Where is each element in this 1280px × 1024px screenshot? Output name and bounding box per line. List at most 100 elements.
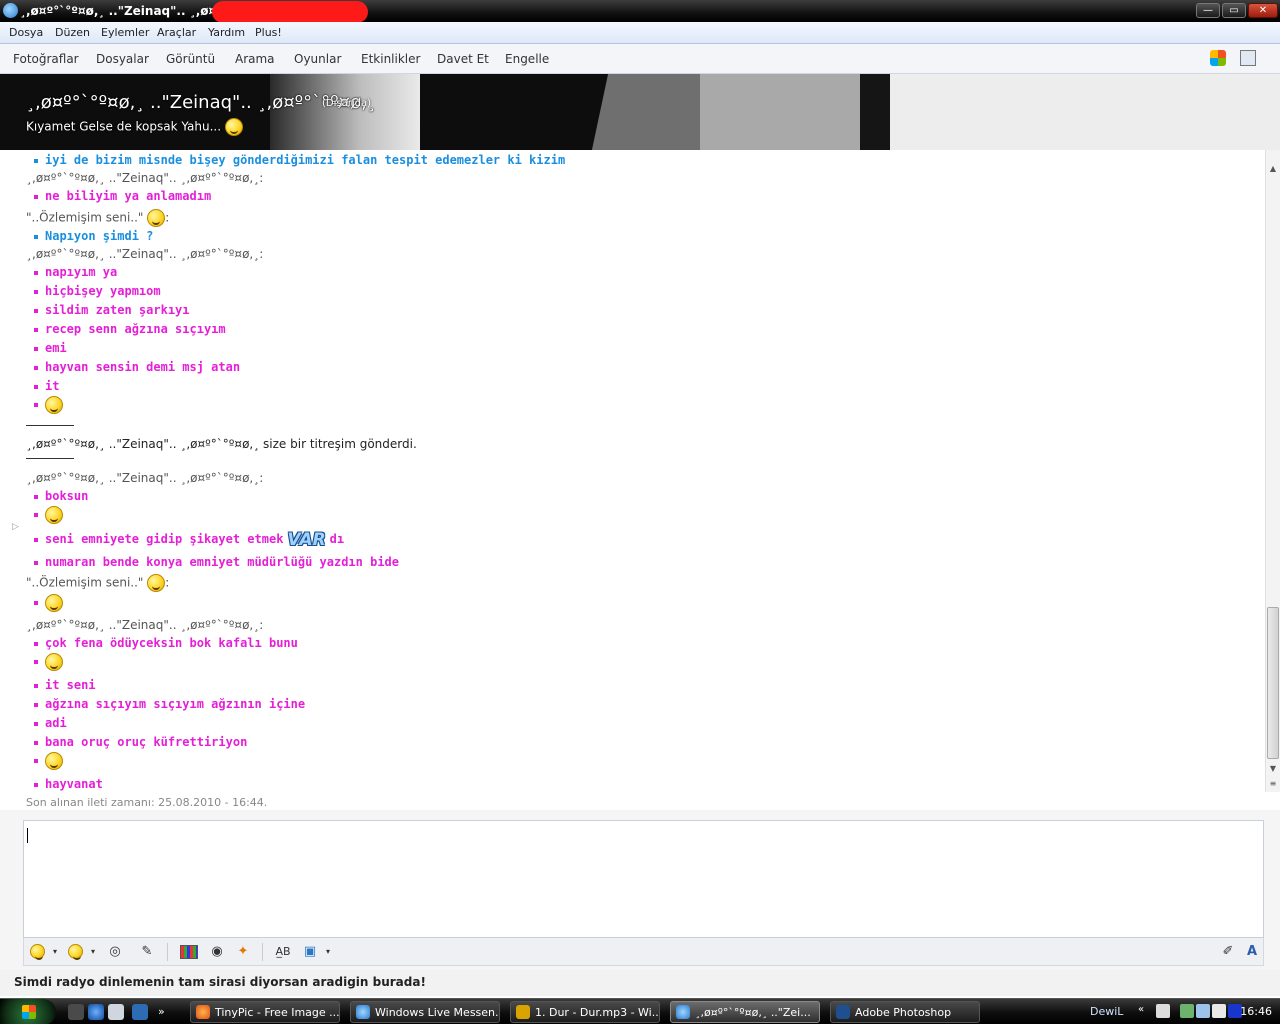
show-menu-icon[interactable] [1240, 50, 1256, 66]
message-line: numaran bende konya emniyet müdürlüğü ya… [34, 555, 399, 569]
sender-line: ¸,ø¤º°`°º¤ø,¸ .."Zeinaq".. ¸,ø¤º°`°º¤ø,¸… [26, 618, 264, 632]
emoticon-dropdown-icon[interactable]: ▾ [46, 943, 64, 961]
last-received-time: Son alınan ileti zamanı: 25.08.2010 - 16… [26, 796, 268, 809]
nudge-icon[interactable]: ◎ [106, 943, 124, 961]
clock[interactable]: 16:46 [1240, 1005, 1272, 1018]
message-line: ağzına sıçıyım sıçıyım ağzının içine [34, 697, 305, 711]
scroll-thumb[interactable] [1267, 607, 1279, 759]
scroll-down-icon[interactable]: ▼ [1266, 762, 1280, 776]
message-line: çok fena ödüyceksin bok kafalı bunu [34, 636, 298, 650]
compose-area: ▾ ▾ ◎ ✎ ◉ ✦ A̲B ▣ ▾ ✐ A [0, 810, 1280, 970]
tray-expand-icon[interactable]: « [1138, 1004, 1152, 1018]
scroll-up-icon[interactable]: ▲ [1266, 162, 1280, 176]
emoticon-icon[interactable] [28, 943, 46, 961]
text-mode-icon[interactable]: A [1243, 943, 1261, 961]
toolbar-search[interactable]: Arama [235, 52, 275, 66]
tray-label[interactable]: DewiL [1090, 1005, 1123, 1018]
smile-icon [147, 574, 166, 592]
app-icon[interactable] [3, 3, 18, 18]
title-bar: ¸,ø¤º°`°º¤ø,¸ .."Zeinaq".. ¸,ø¤º°`°º¤ø,¸… [0, 0, 1280, 23]
quicklaunch-icon[interactable] [132, 1004, 148, 1020]
task-tinypic[interactable]: TinyPic - Free Image ... [190, 1001, 340, 1023]
activities-icon[interactable]: ✦ [234, 943, 252, 961]
task-photoshop[interactable]: Adobe Photoshop [830, 1001, 980, 1023]
message-line: bana oruç oruç küfrettiriyon [34, 735, 247, 749]
menu-bar: Dosya Düzen Eylemler Araçlar Yardım Plus… [0, 22, 1280, 44]
volume-icon[interactable] [1212, 1004, 1226, 1018]
ad-text[interactable]: Simdi radyo dinlemenin tam sirasi diyors… [14, 975, 426, 989]
message-line [34, 506, 63, 524]
minimize-button[interactable]: — [1196, 3, 1220, 18]
contact-header: ¸,ø¤º°`°º¤ø,¸ .."Zeinaq".. ¸,ø¤º°`°º¤ø,¸… [0, 74, 1280, 150]
voice-clip-icon[interactable]: ✎ [138, 943, 156, 961]
color-dropdown-icon[interactable]: ▾ [319, 943, 337, 961]
menu-duzen[interactable]: Düzen [55, 26, 90, 39]
games-icon[interactable]: ◉ [208, 943, 226, 961]
start-button[interactable] [0, 999, 56, 1024]
message-line: hiçbişey yapmıom [34, 284, 161, 298]
task-chat-window[interactable]: ¸,ø¤º°`°º¤ø,¸ .."Zei... [670, 1001, 820, 1023]
message-line: seni emniyete gidip şikayet etmek VAR dı [34, 530, 344, 550]
message-line [34, 653, 63, 671]
menu-araclar[interactable]: Araçlar [157, 26, 196, 39]
divider [26, 425, 74, 426]
sender-line: ¸,ø¤º°`°º¤ø,¸ .."Zeinaq".. ¸,ø¤º°`°º¤ø,¸… [26, 471, 264, 485]
switch-windows-icon[interactable] [108, 1004, 124, 1020]
message-line: boksun [34, 489, 88, 503]
close-button[interactable]: ✕ [1248, 3, 1278, 18]
ad-banner[interactable]: Simdi radyo dinlemenin tam sirasi diyors… [0, 970, 1280, 996]
message-input[interactable] [23, 820, 1264, 938]
message-line: Napıyon şimdi ? [34, 229, 153, 243]
toolbar-files[interactable]: Dosyalar [96, 52, 149, 66]
show-desktop-icon[interactable] [68, 1004, 84, 1020]
message-line: it seni [34, 678, 96, 692]
toolbar-block[interactable]: Engelle [505, 52, 549, 66]
ie-icon[interactable] [88, 1004, 104, 1020]
smile-icon [147, 209, 166, 227]
messenger-tray-icon[interactable] [1180, 1004, 1194, 1018]
message-line: napıyım ya [34, 265, 117, 279]
toolbar-invite[interactable]: Davet Et [437, 52, 489, 66]
message-line: hayvan sensin demi msj atan [34, 360, 240, 374]
menu-dosya[interactable]: Dosya [9, 26, 43, 39]
sender-line: ¸,ø¤º°`°º¤ø,¸ .."Zeinaq".. ¸,ø¤º°`°º¤ø,¸… [26, 171, 264, 185]
font-icon[interactable]: A̲B [274, 943, 292, 961]
menu-yardim[interactable]: Yardım [208, 26, 245, 39]
background-icon[interactable] [180, 945, 198, 959]
windows-live-icon[interactable] [1210, 50, 1226, 66]
smile-icon [224, 118, 243, 136]
menu-eylemler[interactable]: Eylemler [101, 26, 149, 39]
message-line [34, 396, 63, 414]
tray-arrow-icon[interactable] [1156, 1004, 1170, 1018]
network-icon[interactable] [1196, 1004, 1210, 1018]
toolbar: Fotoğraflar Dosyalar Görüntü Arama Oyunl… [0, 44, 1280, 74]
taskbar: » TinyPic - Free Image ... Windows Live … [0, 998, 1280, 1024]
nudge-notice: ¸,ø¤º°`°º¤ø,¸ .."Zeinaq".. ¸,ø¤º°`°º¤ø,¸… [26, 437, 417, 451]
menu-plus[interactable]: Plus! [255, 26, 282, 39]
smile-icon [45, 506, 63, 524]
grin-icon [45, 752, 63, 770]
message-line [34, 594, 63, 612]
toolbar-photos[interactable]: Fotoğraflar [13, 52, 79, 66]
handwriting-icon[interactable]: ✐ [1219, 943, 1237, 961]
color-icon[interactable]: ▣ [301, 943, 319, 961]
task-messenger[interactable]: Windows Live Messen... [350, 1001, 500, 1023]
format-toolbar: ▾ ▾ ◎ ✎ ◉ ✦ A̲B ▣ ▾ ✐ A [23, 938, 1264, 966]
toolbar-activities[interactable]: Etkinlikler [361, 52, 420, 66]
toolbar-video[interactable]: Görüntü [166, 52, 215, 66]
more-icon[interactable]: » [158, 1004, 174, 1020]
wink-dropdown-icon[interactable]: ▾ [84, 943, 102, 961]
conversation-scrollbar[interactable]: ▲ ▼ ≡ [1265, 150, 1280, 792]
expand-arrow-icon[interactable]: ▷ [12, 522, 19, 532]
grin-icon [45, 653, 63, 671]
smile-icon [45, 396, 63, 414]
conversation-history: iyi de bizim misnde bişey gönderdiğimizi… [0, 150, 1265, 810]
maximize-button[interactable]: ▭ [1222, 3, 1246, 18]
toolbar-games[interactable]: Oyunlar [294, 52, 341, 66]
message-line: emi [34, 341, 67, 355]
task-media-player[interactable]: 1. Dur - Dur.mp3 - Wi... [510, 1001, 660, 1023]
sender-line: "..Özlemişim seni.." : [26, 209, 169, 227]
text-caret [27, 828, 28, 843]
scroll-end-icon[interactable]: ≡ [1266, 777, 1280, 791]
wink-icon[interactable] [66, 943, 84, 961]
